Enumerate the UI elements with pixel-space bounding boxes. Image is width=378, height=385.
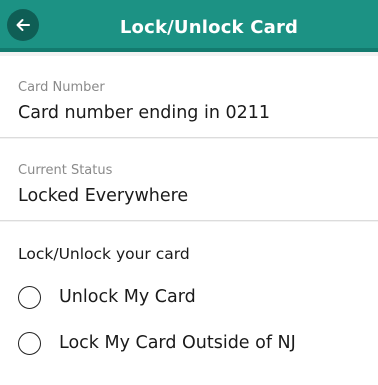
current-status-value: Locked Everywhere: [18, 186, 189, 206]
lock-options-section: Lock/Unlock your card Unlock My Card Loc…: [0, 222, 378, 385]
unlock-card-radio[interactable]: [18, 286, 41, 309]
current-status-label: Current Status: [18, 163, 113, 178]
card-number-label: Card Number: [18, 80, 105, 95]
lock-outside-nj-label: Lock My Card Outside of NJ: [59, 333, 296, 353]
lock-outside-nj-option[interactable]: Lock My Card Outside of NJ: [18, 330, 358, 360]
back-button[interactable]: [7, 9, 39, 41]
lock-outside-nj-radio[interactable]: [18, 332, 41, 355]
arrow-left-icon: [16, 19, 30, 31]
unlock-card-option[interactable]: Unlock My Card: [18, 284, 358, 314]
lock-options-heading: Lock/Unlock your card: [18, 245, 190, 263]
lock-unlock-screen: Lock/Unlock Card Card Number Card number…: [0, 0, 378, 385]
page-title: Lock/Unlock Card: [119, 17, 299, 38]
card-number-value: Card number ending in 0211: [18, 103, 271, 123]
app-header: Lock/Unlock Card: [0, 0, 378, 52]
card-number-field: Card Number Card number ending in 0211: [0, 56, 378, 138]
current-status-field: Current Status Locked Everywhere: [0, 139, 378, 221]
unlock-card-label: Unlock My Card: [59, 287, 196, 307]
